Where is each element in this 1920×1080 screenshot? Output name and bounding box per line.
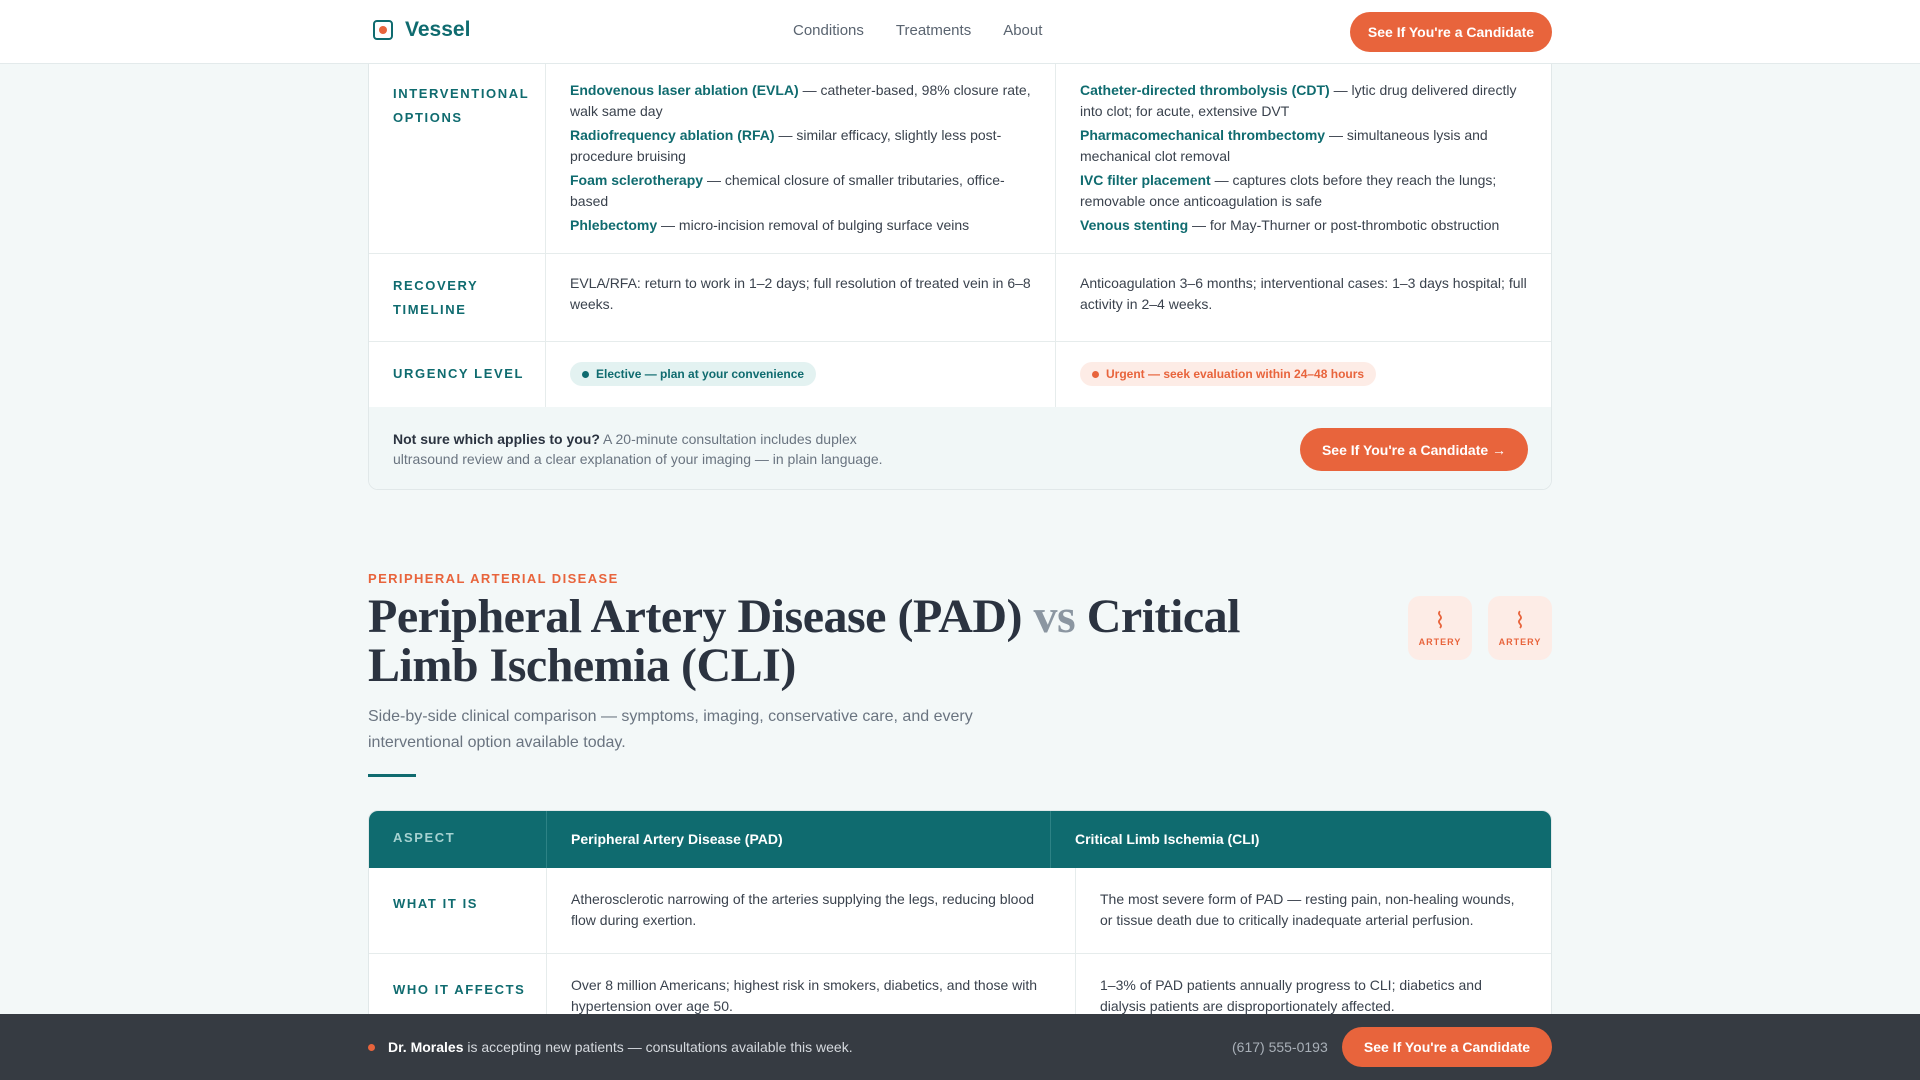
table-row-urgency: Urgency Level Elective — plan at your co…	[369, 342, 1551, 407]
bottom-candidate-button[interactable]: See If You're a Candidate	[1342, 1027, 1552, 1067]
consult-candidate-button[interactable]: See If You're a Candidate →	[1300, 428, 1528, 471]
option-item: Endovenous laser ablation (EVLA) — cathe…	[570, 82, 1031, 119]
recovery-col1: EVLA/RFA: return to work in 1–2 days; fu…	[570, 275, 1031, 312]
nav-link-about[interactable]: About	[1003, 22, 1042, 39]
aspect-label: Who It Affects	[393, 982, 526, 997]
consultation-text: Not sure which applies to you? A 20-minu…	[393, 431, 883, 467]
availability-message: Dr. Morales is accepting new patients — …	[388, 1039, 853, 1055]
vessel-logo-icon	[373, 20, 393, 40]
table-row-interventional: Interventional Options Endovenous laser …	[369, 41, 1551, 254]
table-row-recovery: Recovery Timeline EVLA/RFA: return to wo…	[369, 254, 1551, 342]
cli-cell: The most severe form of PAD — resting pa…	[1100, 891, 1515, 928]
artery-tile: ⌇ ARTERY	[1488, 596, 1552, 660]
option-item: Pharmacomechanical thrombectomy — simult…	[1080, 127, 1488, 164]
aspect-label: Urgency Level	[393, 366, 525, 381]
sticky-availability-bar: Dr. Morales is accepting new patients — …	[0, 1014, 1920, 1080]
venous-comparison-table: Interventional Options Endovenous laser …	[368, 40, 1552, 490]
option-item: Phlebectomy — micro-incision removal of …	[570, 217, 970, 233]
phone-number-link[interactable]: (617) 555-0193	[1232, 1039, 1328, 1055]
section-divider	[368, 774, 416, 777]
section-title: Peripheral Artery Disease (PAD) vs Criti…	[368, 590, 1241, 692]
nav-link-conditions[interactable]: Conditions	[793, 22, 864, 39]
artery-tile: ⌇ ARTERY	[1408, 596, 1472, 660]
site-header: Vessel Conditions Treatments About See I…	[0, 0, 1920, 64]
section-subtitle: Side-by-side clinical comparison — sympt…	[368, 708, 973, 751]
elective-badge: Elective — plan at your convenience	[570, 362, 817, 386]
recovery-col2: Anticoagulation 3–6 months; intervention…	[1080, 275, 1527, 312]
availability-dot-icon	[368, 1044, 375, 1051]
header-pad: Peripheral Artery Disease (PAD)	[571, 831, 783, 847]
pad-cell: Over 8 million Americans; highest risk i…	[571, 977, 1038, 1014]
section-eyebrow: PERIPHERAL ARTERIAL DISEASE	[368, 571, 619, 586]
status-dot-icon	[1092, 370, 1099, 378]
brand-logo[interactable]: Vessel	[373, 18, 470, 42]
brand-name: Vessel	[405, 18, 471, 41]
interventional-options-col1: Endovenous laser ablation (EVLA) — cathe…	[546, 41, 1055, 236]
interventional-options-col2: Catheter-directed thrombolysis (CDT) — l…	[1056, 41, 1551, 236]
aspect-label: Interventional Options	[393, 86, 530, 125]
artery-icon: ⌇	[1514, 608, 1526, 633]
nav-link-treatments[interactable]: Treatments	[896, 22, 971, 39]
header-cli: Critical Limb Ischemia (CLI)	[1075, 831, 1260, 847]
header-candidate-button[interactable]: See If You're a Candidate	[1350, 12, 1552, 52]
artery-icon: ⌇	[1434, 608, 1446, 633]
main-nav: Conditions Treatments About	[793, 22, 1042, 39]
table-header: ASPECT Peripheral Artery Disease (PAD) C…	[369, 811, 1551, 868]
aspect-label: What It Is	[393, 896, 479, 911]
option-item: Radiofrequency ablation (RFA) — similar …	[570, 127, 1002, 164]
status-dot-icon	[582, 370, 589, 378]
cli-cell: 1–3% of PAD patients annually progress t…	[1100, 977, 1482, 1014]
option-item: Venous stenting — for May-Thurner or pos…	[1080, 217, 1500, 233]
header-aspect: ASPECT	[393, 830, 456, 845]
pad-cell: Atherosclerotic narrowing of the arterie…	[571, 891, 1035, 928]
option-item: Catheter-directed thrombolysis (CDT) — l…	[1080, 82, 1517, 119]
option-item: IVC filter placement — captures clots be…	[1080, 172, 1497, 209]
option-item: Foam sclerotherapy — chemical closure of…	[570, 172, 1005, 209]
table-row: What It Is Atherosclerotic narrowing of …	[369, 868, 1551, 954]
aspect-label: Recovery Timeline	[393, 278, 479, 317]
consultation-callout: Not sure which applies to you? A 20-minu…	[369, 407, 1551, 489]
urgent-badge: Urgent — seek evaluation within 24–48 ho…	[1080, 362, 1377, 386]
